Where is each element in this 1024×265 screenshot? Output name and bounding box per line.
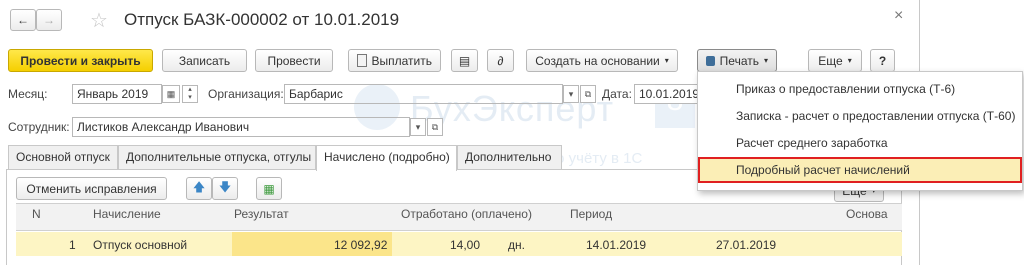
column-header-worked[interactable]: Отработано (оплачено) [401,207,532,221]
document-list-button[interactable]: ▤ [451,49,478,72]
post-and-close-button[interactable]: Провести и закрыть [8,49,153,72]
month-field[interactable]: Январь 2019 [72,84,162,104]
open-form-icon: ⧉ [431,121,439,132]
row-worked: 14,00 [450,238,481,252]
employee-label: Сотрудник: [8,120,70,134]
row-period-to: 27.01.2019 [716,238,777,252]
undo-corrections-button[interactable]: Отменить исправления [16,177,167,200]
move-up-button[interactable]: 🡅 [186,177,212,200]
back-button[interactable]: ← [10,9,36,31]
column-header-result[interactable]: Результат [234,207,289,221]
column-header-n[interactable]: N [32,207,41,221]
watermark-tagline: по учёту в 1С [548,150,643,167]
favorite-star-icon[interactable]: ☆ [90,8,108,33]
create-based-on-button[interactable]: Создать на основании ▾ [526,49,678,72]
employee-field[interactable]: Листиков Александр Иванович [72,117,410,137]
open-form-icon: ⧉ [584,88,592,99]
stepper-up-icon: ▴ [188,86,192,93]
save-label: Записать [178,53,231,68]
close-icon[interactable]: × [894,7,903,25]
more-button[interactable]: Еще ▾ [808,49,862,72]
organization-dropdown-button[interactable]: ▾ [563,85,579,103]
month-stepper[interactable]: ▴ ▾ [182,85,198,103]
move-down-button[interactable]: 🡇 [212,177,238,200]
menu-item-detailed-accrual-calculation[interactable]: Подробный расчет начислений [698,157,1022,183]
organization-label: Организация: [208,87,284,101]
list-icon: ▤ [458,53,471,68]
post-and-close-label: Провести и закрыть [20,53,141,68]
more-label: Еще [818,53,843,68]
arrow-up-icon: 🡅 [192,180,206,194]
employee-open-button[interactable]: ⧉ [427,118,443,136]
print-button[interactable]: Печать ▾ [697,49,777,72]
menu-item-average-earnings[interactable]: Расчет среднего заработка [698,130,1022,156]
help-button[interactable]: ? [870,49,895,72]
row-accrual: Отпуск основной [93,238,188,252]
table-fill-icon: ▦ [263,181,275,196]
arrow-down-icon: 🡇 [218,180,232,194]
column-header-period[interactable]: Период [570,207,612,221]
arrow-right-icon: → [43,13,55,27]
forward-button[interactable]: → [36,9,62,31]
date-label: Дата: [602,87,632,101]
dropdown-arrow-icon: ▾ [568,88,574,99]
window-title: Отпуск БАЗК-000002 от 10.01.2019 [124,10,400,29]
row-period-from: 14.01.2019 [586,238,647,252]
fill-table-button[interactable]: ▦ [256,177,282,200]
row-number: 1 [69,238,76,252]
calendar-button[interactable]: ▦ [162,85,180,103]
employee-dropdown-button[interactable]: ▾ [410,118,426,136]
stepper-down-icon: ▾ [188,94,192,101]
column-header-accrual[interactable]: Начисление [93,207,161,221]
column-header-basis[interactable]: Основа [846,207,888,221]
row-result[interactable]: 12 092,92 [334,238,387,252]
post-button[interactable]: Провести [255,49,333,72]
create-based-on-label: Создать на основании [535,53,660,68]
dropdown-arrow-icon: ▾ [664,56,669,65]
tab-main-vacation[interactable]: Основной отпуск [8,145,118,169]
row-unit: дн. [508,238,525,252]
tab-additional-vacations[interactable]: Дополнительные отпуска, отгулы [118,145,316,169]
organization-field[interactable]: Барбарис [284,84,563,104]
post-label: Провести [267,53,321,68]
attach-button[interactable]: ∂ [487,49,514,72]
pay-icon [357,54,367,67]
help-label: ? [878,53,887,68]
paperclip-icon: ∂ [497,53,504,68]
dropdown-arrow-icon: ▾ [415,121,421,132]
print-dropdown-menu: Приказ о предоставлении отпуска (Т-6) За… [697,71,1023,191]
tab-additional[interactable]: Дополнительно [457,145,562,169]
dropdown-arrow-icon: ▾ [763,56,768,65]
organization-open-button[interactable]: ⧉ [580,85,596,103]
print-label: Печать [719,53,759,68]
pay-label: Выплатить [371,53,433,68]
menu-item-order-t6[interactable]: Приказ о предоставлении отпуска (Т-6) [698,76,1022,102]
dropdown-arrow-icon: ▾ [847,56,852,65]
undo-corrections-label: Отменить исправления [26,181,157,196]
month-label: Месяц: [8,87,48,101]
arrow-left-icon: ← [17,13,29,27]
calendar-icon: ▦ [166,88,176,99]
printer-icon [706,55,715,66]
pay-button[interactable]: Выплатить [348,49,441,72]
menu-item-note-t60[interactable]: Записка - расчет о предоставлении отпуск… [698,103,1022,129]
save-button[interactable]: Записать [162,49,247,72]
tab-accrued-detailed[interactable]: Начислено (подробно) [316,145,457,171]
